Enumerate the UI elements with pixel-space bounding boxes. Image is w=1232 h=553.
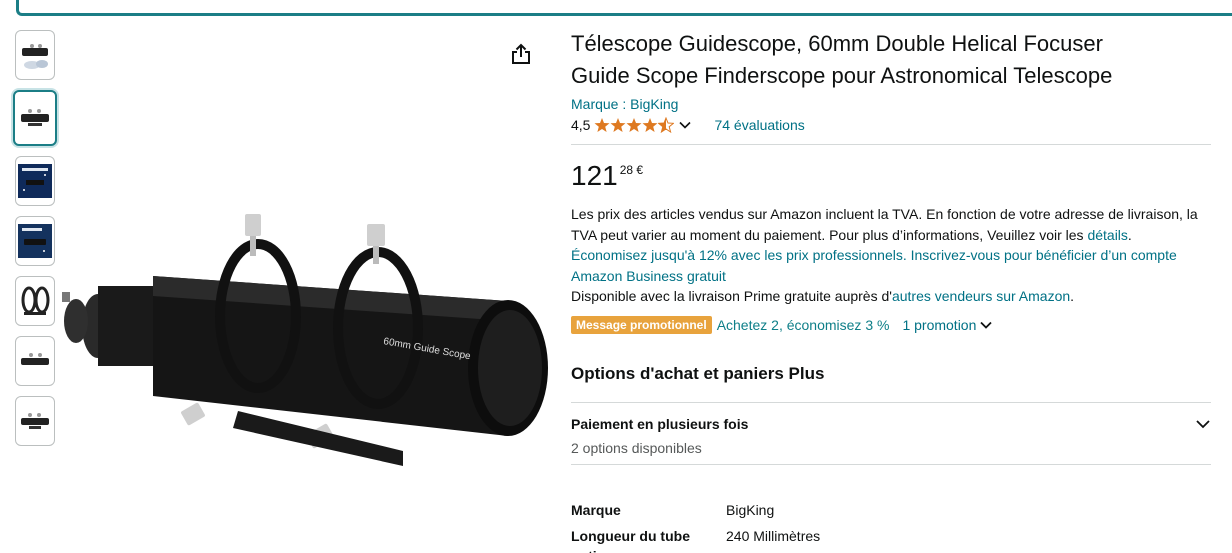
product-details: Télescope Guidescope, 60mm Double Helica… xyxy=(571,28,1211,553)
business-signup-link[interactable]: Économisez jusqu'à 12% avec les prix pro… xyxy=(571,247,1177,284)
installment-payment-accordion[interactable]: Paiement en plusieurs fois 2 options dis… xyxy=(571,416,1211,456)
guidescope-thumb-icon xyxy=(22,44,48,69)
chevron-down-icon xyxy=(980,321,993,329)
product-specs: Marque BigKing Longueur du tube optique … xyxy=(571,500,1211,553)
rings-thumb-icon xyxy=(21,286,50,315)
chevron-down-icon xyxy=(1196,419,1210,428)
star-half-icon xyxy=(658,117,675,133)
thumbnail-4[interactable] xyxy=(15,216,55,266)
thumbnail-5[interactable] xyxy=(15,276,55,326)
purchase-options-title: Options d'achat et paniers Plus xyxy=(571,363,825,383)
star-full-icon xyxy=(610,118,626,132)
thumbnail-3[interactable] xyxy=(15,156,55,206)
spec-value: 240 Millimètres xyxy=(726,527,821,544)
main-product-image[interactable]: 60mm Guide Scope xyxy=(58,196,550,466)
promotion-row: Message promotionnel Achetez 2, économis… xyxy=(571,315,1211,335)
thumbnail-6[interactable] xyxy=(15,336,55,386)
night-sky-thumb-icon xyxy=(18,164,52,198)
promo-text: Achetez 2, économisez 3 % xyxy=(716,316,890,333)
product-title: Télescope Guidescope, 60mm Double Helica… xyxy=(571,31,1113,88)
star-rating[interactable] xyxy=(594,117,675,133)
star-full-icon xyxy=(626,118,642,132)
price-fraction: 28 € xyxy=(619,163,644,177)
tva-notice: Les prix des articles vendus sur Amazon … xyxy=(571,206,1198,243)
thumbnail-1[interactable] xyxy=(15,30,55,80)
top-frame-border xyxy=(16,0,1232,16)
divider xyxy=(571,401,1211,403)
night-sky-thumb-icon xyxy=(18,224,52,258)
star-full-icon xyxy=(642,118,658,132)
price: 121 28 € xyxy=(571,161,1211,193)
guidescope-thumb-icon xyxy=(21,413,49,429)
thumbnail-2-selected[interactable] xyxy=(13,90,57,146)
thumbnail-7[interactable] xyxy=(15,396,55,446)
other-sellers-link[interactable]: autres vendeurs sur Amazon xyxy=(892,288,1070,304)
spec-value: BigKing xyxy=(726,501,775,518)
share-icon[interactable] xyxy=(510,42,532,66)
chevron-down-icon[interactable] xyxy=(678,118,692,132)
installment-title: Paiement en plusieurs fois xyxy=(571,415,749,432)
reviews-link[interactable]: 74 évaluations xyxy=(714,117,804,133)
rating-row: 4,5 74 évaluations xyxy=(571,115,1211,135)
prime-notice: Disponible avec la livraison Prime gratu… xyxy=(571,288,1075,304)
spec-row: Longueur du tube optique 240 Millimètres xyxy=(571,526,1211,553)
thumbnail-strip xyxy=(13,30,57,456)
price-whole: 121 xyxy=(571,160,618,191)
spec-key: Longueur du tube optique xyxy=(571,527,690,553)
spec-key: Marque xyxy=(571,501,621,518)
business-offer: Économisez jusqu'à 12% avec les prix pro… xyxy=(571,245,1211,286)
promo-badge: Message promotionnel xyxy=(571,315,712,334)
star-full-icon xyxy=(594,118,610,132)
installment-subtitle: 2 options disponibles xyxy=(571,439,702,456)
divider xyxy=(571,463,1211,465)
spec-row: Marque BigKing xyxy=(571,500,1211,520)
promotion-dropdown[interactable]: 1 promotion xyxy=(902,317,993,333)
brand-link[interactable]: Marque : BigKing xyxy=(571,95,1211,113)
guidescope-thumb-icon xyxy=(21,109,49,126)
rating-value: 4,5 xyxy=(571,117,591,133)
guidescope-thumb-icon xyxy=(21,353,49,365)
details-link[interactable]: détails xyxy=(1087,227,1127,243)
divider xyxy=(571,144,1211,145)
